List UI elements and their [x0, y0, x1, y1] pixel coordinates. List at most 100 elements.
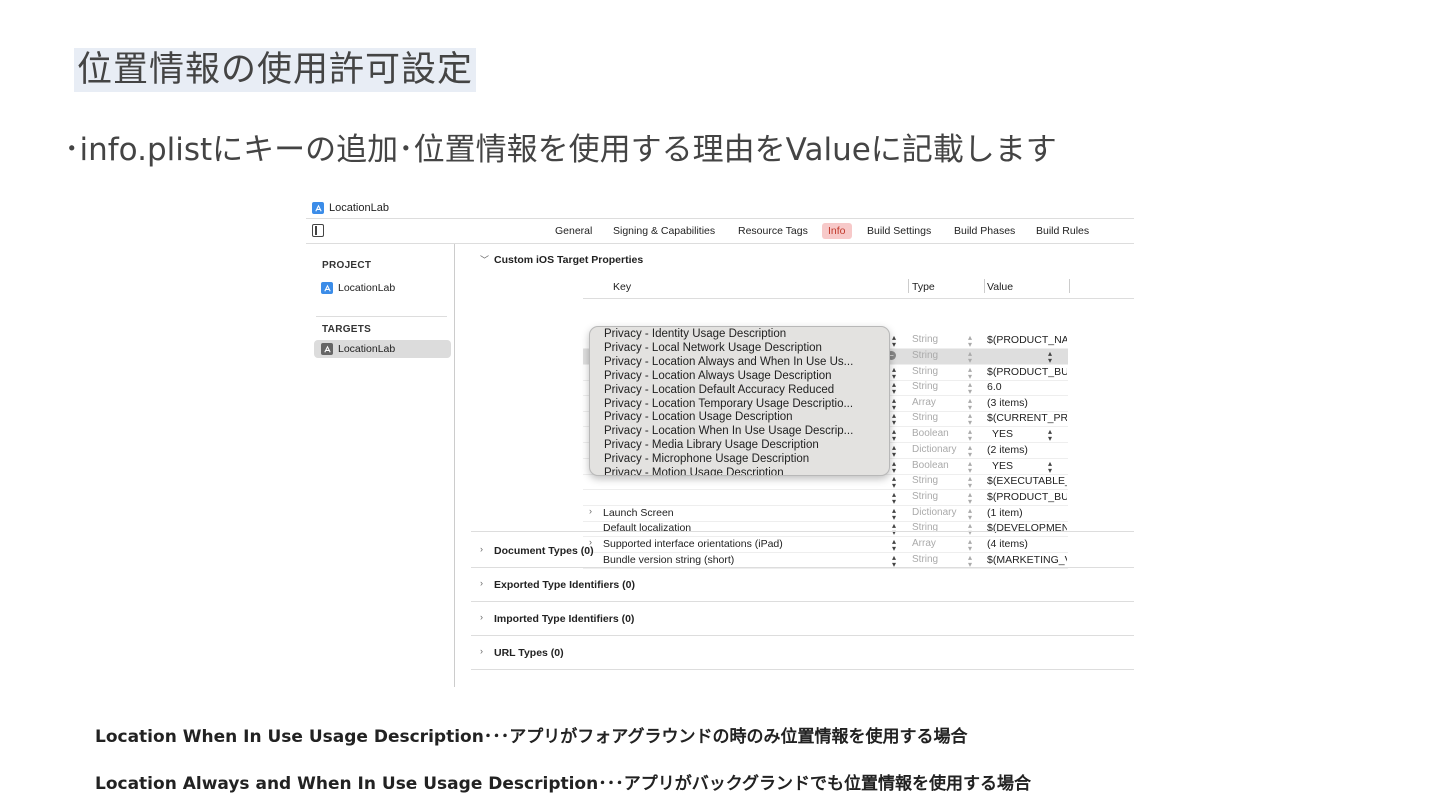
type-stepper-icon[interactable]: ▴ ▾	[968, 475, 972, 490]
key-stepper-icon[interactable]: ▴▾	[892, 428, 896, 443]
table-row[interactable]: ▴▾ String ▴▾ $(EXECUTABLE_NAME)	[583, 474, 1068, 490]
tab-signing[interactable]: Signing & Capabilities	[607, 223, 721, 239]
row-key[interactable]: Launch Screen	[603, 507, 674, 519]
table-row[interactable]: Default localization ▴ ▾ String ▴ ▾ $(DEVELOPM…	[583, 521, 1068, 537]
tab-build-settings[interactable]: Build Settings	[861, 223, 937, 239]
row-key[interactable]: Supported interface orientations (iPad)	[603, 538, 783, 550]
type-stepper-icon[interactable]: ▴ ▾	[968, 491, 972, 506]
section-custom-properties[interactable]: Custom iOS Target Properties	[494, 254, 643, 266]
column-separator[interactable]	[1069, 279, 1070, 293]
type-stepper-icon[interactable]: ▴ ▾	[968, 334, 972, 349]
tab-build-phases[interactable]: Build Phases	[948, 223, 1021, 239]
chevron-right-icon[interactable]: ›	[589, 506, 592, 516]
type-stepper-icon[interactable]: ▴ ▾	[968, 444, 972, 459]
popup-item[interactable]: Privacy - Location Default Accuracy Redu…	[604, 384, 834, 396]
type-stepper-icon[interactable]: ▴ ▾	[968, 350, 972, 365]
popup-item[interactable]: Privacy - Microphone Usage Description	[604, 453, 809, 465]
value-stepper-icon[interactable]: ▴ ▾	[1048, 460, 1052, 475]
row-key[interactable]: Bundle version string (short)	[603, 554, 734, 566]
key-stepper-icon[interactable]: ▴▾	[892, 381, 896, 396]
target-item[interactable]: LocationLab	[314, 340, 451, 358]
tab-info[interactable]: Info	[822, 223, 852, 239]
key-stepper-icon[interactable]: ▴▾	[892, 491, 896, 506]
value-stepper-icon[interactable]: ▴ ▾	[1048, 428, 1052, 443]
row-type[interactable]: Dictionary	[912, 444, 956, 455]
row-type[interactable]: String	[912, 366, 938, 377]
row-type[interactable]: Array	[912, 397, 936, 408]
header-key[interactable]: Key	[613, 281, 631, 293]
row-type[interactable]: Boolean	[912, 428, 949, 439]
row-type[interactable]: Boolean	[912, 460, 949, 471]
popup-item[interactable]: Privacy - Location Usage Description	[604, 411, 793, 423]
key-stepper-icon[interactable]: ▴▾	[892, 460, 896, 475]
key-stepper-icon[interactable]: ▴▾	[892, 397, 896, 412]
row-value[interactable]: $(CURRENT_PROJECT_VERSION)	[987, 412, 1067, 424]
row-value[interactable]: 6.0	[987, 381, 1067, 393]
row-value[interactable]: (1 item)	[987, 507, 1067, 519]
section-imported-types[interactable]: Imported Type Identifiers (0)	[494, 613, 634, 625]
tab-build-rules[interactable]: Build Rules	[1030, 223, 1095, 239]
chevron-down-icon[interactable]: ﹀	[480, 253, 489, 266]
type-stepper-icon[interactable]: ▴ ▾	[968, 397, 972, 412]
popup-item[interactable]: Privacy - Location Always Usage Descript…	[604, 370, 832, 382]
popup-item[interactable]: Privacy - Identity Usage Description	[604, 328, 786, 340]
popup-item[interactable]: Privacy - Location Temporary Usage Descr…	[604, 398, 853, 410]
row-type[interactable]: String	[912, 491, 938, 502]
popup-item[interactable]: Privacy - Location When In Use Usage Des…	[604, 425, 853, 437]
row-type[interactable]: String	[912, 381, 938, 392]
sidebar-toggle-icon[interactable]	[312, 224, 324, 237]
popup-item[interactable]: Privacy - Location Always and When In Us…	[604, 356, 853, 368]
key-stepper-icon[interactable]: ▴▾	[892, 554, 896, 569]
table-row[interactable]: › Launch Screen ▴ ▾ Dictionary ▴ ▾ (1 item)	[583, 506, 1068, 522]
key-stepper-icon[interactable]: ▴▾	[892, 507, 896, 522]
row-value[interactable]: (2 items)	[987, 444, 1067, 456]
popup-item[interactable]: Privacy - Media Library Usage Descriptio…	[604, 439, 819, 451]
row-type[interactable]: Dictionary	[912, 507, 956, 518]
row-key[interactable]: Default localization	[603, 522, 691, 534]
key-stepper-icon[interactable]: ▴▾	[892, 522, 896, 537]
row-value[interactable]: $(MARKETING_VERSION)	[987, 554, 1067, 566]
chevron-right-icon[interactable]: ›	[480, 578, 483, 588]
type-stepper-icon[interactable]: ▴ ▾	[968, 554, 972, 569]
section-url-types[interactable]: URL Types (0)	[494, 647, 564, 659]
row-value[interactable]: YES	[992, 428, 1072, 440]
tab-general[interactable]: General	[549, 223, 598, 239]
section-document-types[interactable]: Document Types (0)	[494, 545, 594, 557]
row-value[interactable]: $(EXECUTABLE_NAME)	[987, 475, 1067, 487]
type-stepper-icon[interactable]: ▴ ▾	[968, 460, 972, 475]
row-type[interactable]: String	[912, 334, 938, 345]
row-value[interactable]: $(PRODUCT_BUNDLE_PACKAGE_TYPE)	[987, 491, 1067, 503]
column-separator[interactable]	[908, 279, 909, 293]
row-type[interactable]: Array	[912, 538, 936, 549]
project-item[interactable]: LocationLab	[320, 279, 395, 297]
chevron-right-icon[interactable]: ›	[480, 612, 483, 622]
key-stepper-icon[interactable]: ▴▾	[892, 538, 896, 553]
type-stepper-icon[interactable]: ▴ ▾	[968, 381, 972, 396]
type-stepper-icon[interactable]: ▴ ▾	[968, 412, 972, 427]
row-type[interactable]: String	[912, 475, 938, 486]
column-separator[interactable]	[984, 279, 985, 293]
chevron-right-icon[interactable]: ›	[480, 544, 483, 554]
key-stepper-icon[interactable]: ▴▾	[892, 444, 896, 459]
row-value[interactable]: $(PRODUCT_BUNDLE_IDENTIFIER)	[987, 366, 1067, 378]
table-row[interactable]: › Supported interface orientations (iPad)…	[583, 537, 1068, 553]
header-type[interactable]: Type	[912, 281, 935, 293]
popup-item[interactable]: Privacy - Motion Usage Description	[604, 467, 784, 475]
row-type[interactable]: String	[912, 554, 938, 565]
row-value[interactable]: YES	[992, 460, 1072, 472]
table-row[interactable]: ▴▾ String ▴▾ $(PRODUCT_BUNDLE_PACKAGE_TYPE)	[583, 490, 1068, 506]
row-value[interactable]: (3 items)	[987, 397, 1067, 409]
key-stepper-icon[interactable]: ▴▾	[892, 412, 896, 427]
key-stepper-icon[interactable]: ▴▾	[892, 475, 896, 490]
type-stepper-icon[interactable]: ▴ ▾	[968, 522, 972, 537]
row-value[interactable]: (4 items)	[987, 538, 1067, 550]
row-value[interactable]: $(DEVELOPMENT_LANGUAGE)	[987, 522, 1067, 534]
tab-resource-tags[interactable]: Resource Tags	[732, 223, 814, 239]
value-stepper-icon[interactable]: ▴ ▾	[1048, 350, 1052, 365]
key-stepper-icon[interactable]: ▴▾	[892, 334, 896, 349]
type-stepper-icon[interactable]: ▴ ▾	[968, 538, 972, 553]
type-stepper-icon[interactable]: ▴ ▾	[968, 428, 972, 443]
key-stepper-icon[interactable]: ▴▾	[892, 366, 896, 381]
type-stepper-icon[interactable]: ▴ ▾	[968, 507, 972, 522]
row-type[interactable]: String	[912, 412, 938, 423]
